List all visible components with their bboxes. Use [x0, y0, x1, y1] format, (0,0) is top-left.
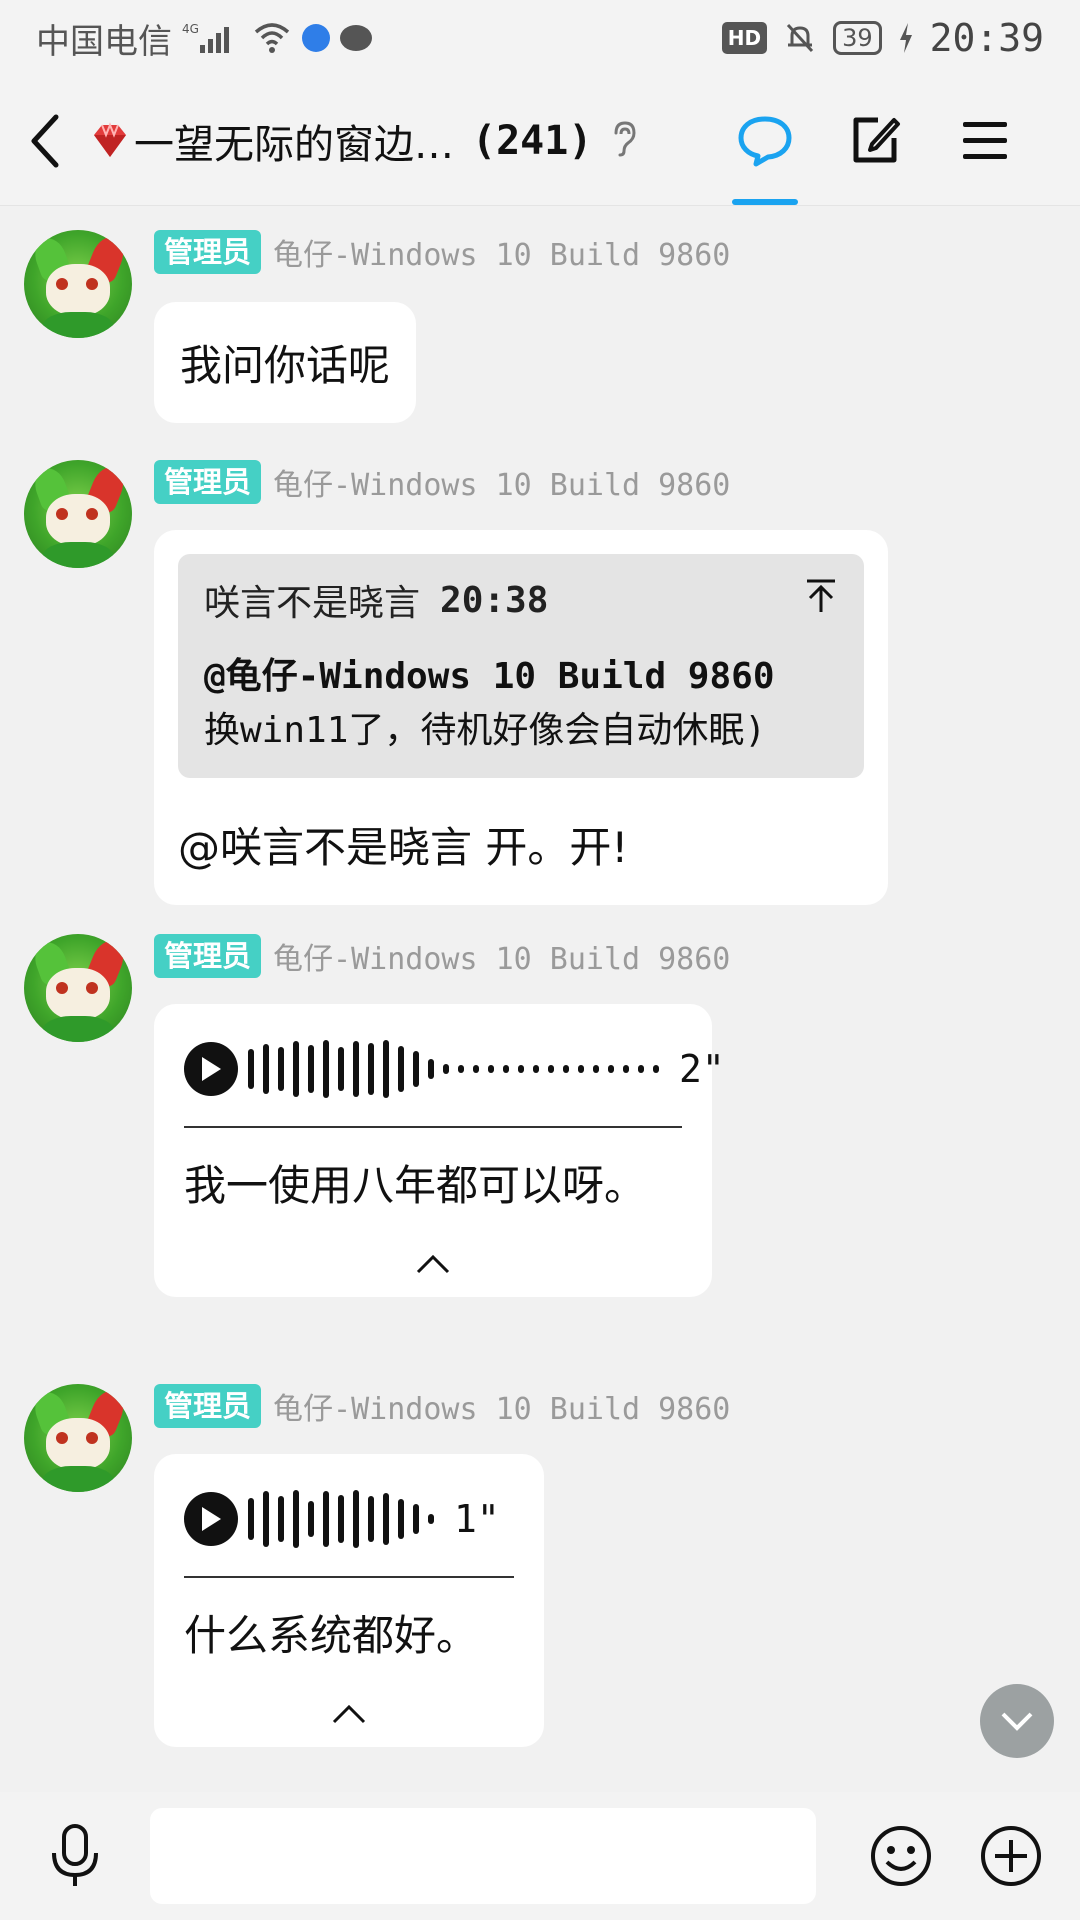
- tab-chat[interactable]: [710, 76, 820, 205]
- jump-to-original-icon[interactable]: [804, 578, 838, 623]
- chevron-up-icon: [332, 1704, 366, 1724]
- voice-duration: 1": [454, 1497, 500, 1541]
- status-bar: 中国电信 4G HD 39 20:39: [0, 0, 1080, 76]
- voice-waveform: [248, 1490, 434, 1548]
- quote-author: 咲言不是晓言: [204, 583, 421, 624]
- avatar[interactable]: [24, 460, 132, 568]
- emoji-button[interactable]: [846, 1824, 956, 1888]
- role-badge: 管理员: [154, 230, 262, 274]
- scroll-to-bottom-button[interactable]: [980, 1684, 1054, 1758]
- wifi-icon: [252, 22, 292, 54]
- message-input[interactable]: [150, 1808, 816, 1904]
- svg-text:4G: 4G: [182, 22, 199, 36]
- sender-row: 管理员 龟仔-Windows 10 Build 9860: [154, 934, 730, 978]
- input-bar: [0, 1792, 1080, 1920]
- message-app-icon: [340, 25, 372, 51]
- divider: [184, 1576, 514, 1578]
- group-name: 一望无际的窗边…: [134, 121, 454, 168]
- more-actions-button[interactable]: [956, 1824, 1066, 1888]
- role-badge: 管理员: [154, 460, 262, 504]
- message-bubble[interactable]: 咲言不是晓言 20:38 @龟仔-Windows 10 Build 9860 换…: [154, 530, 888, 905]
- quote-time: 20:38: [440, 579, 549, 621]
- voice-waveform: [248, 1040, 659, 1098]
- message-text: @咲言不是晓言 开。开!: [178, 823, 629, 872]
- role-badge: 管理员: [154, 934, 262, 978]
- play-button[interactable]: [184, 1042, 238, 1096]
- gem-badge-icon: [90, 121, 130, 161]
- quote-line: @龟仔-Windows 10 Build 9860: [204, 656, 775, 697]
- hd-voice-icon: HD: [721, 22, 768, 54]
- voice-input-button[interactable]: [0, 1823, 150, 1889]
- avatar[interactable]: [24, 230, 132, 338]
- sender-row: 管理员 龟仔-Windows 10 Build 9860: [154, 230, 730, 274]
- sender-name[interactable]: 龟仔-Windows 10 Build 9860: [273, 934, 730, 978]
- collapse-transcript-button[interactable]: [184, 1253, 682, 1275]
- sender-name[interactable]: 龟仔-Windows 10 Build 9860: [273, 1384, 730, 1428]
- carrier-label: 中国电信: [36, 21, 172, 62]
- voice-duration: 2": [679, 1047, 725, 1091]
- quote-line: 换win11了，待机好像会自动休眠): [204, 710, 767, 751]
- chevron-left-icon: [31, 114, 59, 167]
- chevron-up-icon: [416, 1254, 450, 1274]
- member-count: (241): [472, 117, 593, 164]
- back-button[interactable]: [0, 76, 90, 205]
- clock: 20:39: [929, 16, 1044, 60]
- voice-transcript: 我一使用八年都可以呀。: [184, 1161, 647, 1210]
- play-icon: [202, 1057, 221, 1081]
- voice-transcript: 什么系统都好。: [184, 1611, 479, 1660]
- divider: [184, 1126, 682, 1128]
- avatar[interactable]: [24, 934, 132, 1042]
- message-bubble[interactable]: 我问你话呢: [154, 302, 417, 423]
- battery-indicator: 39: [833, 21, 882, 55]
- play-button[interactable]: [184, 1492, 238, 1546]
- chat-header: 一望无际的窗边… (241): [0, 76, 1080, 206]
- edit-icon: [853, 117, 900, 162]
- play-icon: [202, 1507, 221, 1531]
- collapse-transcript-button[interactable]: [184, 1703, 514, 1725]
- menu-button[interactable]: [930, 76, 1040, 205]
- emoji-icon: [871, 1826, 931, 1886]
- group-title-area[interactable]: 一望无际的窗边… (241): [90, 112, 710, 170]
- signal-icon: 4G: [182, 21, 242, 55]
- plus-icon: [981, 1826, 1041, 1886]
- voice-message-bubble[interactable]: 1" 什么系统都好。: [154, 1454, 544, 1747]
- hamburger-menu-icon: [963, 121, 1007, 159]
- message-text: 我问你话呢: [180, 341, 391, 390]
- quote-body: @龟仔-Windows 10 Build 9860 换win11了，待机好像会自…: [204, 650, 838, 758]
- sender-name[interactable]: 龟仔-Windows 10 Build 9860: [273, 460, 730, 504]
- sender-row: 管理员 龟仔-Windows 10 Build 9860: [154, 1384, 730, 1428]
- ear-icon: [610, 119, 640, 163]
- avatar[interactable]: [24, 1384, 132, 1492]
- bell-muted-icon: [783, 21, 817, 55]
- chat-bubble-icon: [738, 116, 792, 166]
- sender-row: 管理员 龟仔-Windows 10 Build 9860: [154, 460, 730, 504]
- role-badge: 管理员: [154, 1384, 262, 1428]
- voice-message-bubble[interactable]: 2" 我一使用八年都可以呀。: [154, 1004, 725, 1297]
- post-button[interactable]: [820, 76, 930, 205]
- browser-app-icon: [302, 24, 330, 52]
- microphone-icon: [52, 1824, 98, 1886]
- charging-icon: [898, 23, 914, 53]
- chevron-down-icon: [1001, 1712, 1033, 1731]
- quoted-message[interactable]: 咲言不是晓言 20:38 @龟仔-Windows 10 Build 9860 换…: [178, 554, 864, 778]
- sender-name[interactable]: 龟仔-Windows 10 Build 9860: [273, 230, 730, 274]
